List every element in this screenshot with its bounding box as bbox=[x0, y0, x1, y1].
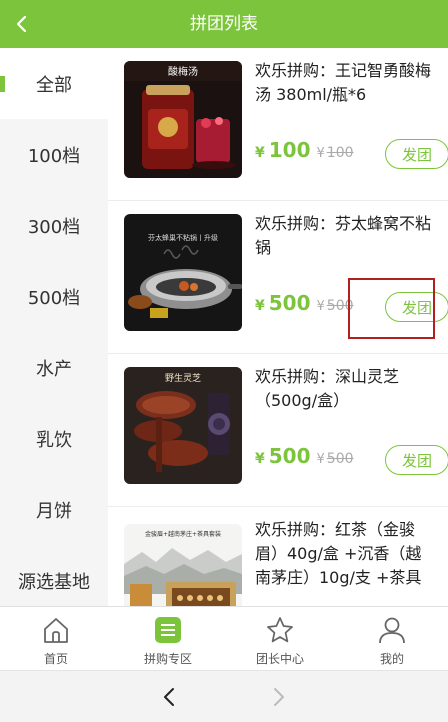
product-card[interactable]: 芬太蜂巢不粘锅丨升级 欢乐拼购：芬太蜂窝不粘锅 ¥ 500 ¥ 500 发团 bbox=[108, 201, 448, 354]
product-name[interactable]: 欢乐拼购：芬太蜂窝不粘锅 bbox=[255, 212, 435, 260]
user-icon bbox=[379, 617, 405, 644]
category-item-100[interactable]: 100档 bbox=[0, 119, 108, 190]
category-label: 500档 bbox=[27, 287, 81, 309]
product-card[interactable]: 酸梅汤 欢乐拼购：王记智勇酸梅汤 380ml/瓶*6 ¥ 100 ¥ 100 发… bbox=[108, 48, 448, 201]
product-image[interactable]: 金骏眉+越南茅庄+茶具套装 bbox=[124, 524, 242, 606]
image-caption: 酸梅汤 bbox=[168, 65, 198, 78]
product-card[interactable]: 金骏眉+越南茅庄+茶具套装 欢乐拼购：红茶（金骏眉）40g/盒 +沉香（越南茅庄… bbox=[108, 507, 448, 606]
category-item-300[interactable]: 300档 bbox=[0, 190, 108, 261]
tab-label: 拼购专区 bbox=[143, 652, 192, 666]
tab-label: 我的 bbox=[379, 652, 404, 666]
app-header: 拼团列表 bbox=[0, 0, 448, 48]
category-label: 全部 bbox=[36, 74, 72, 96]
product-name[interactable]: 欢乐拼购：王记智勇酸梅汤 380ml/瓶*6 bbox=[255, 59, 435, 107]
highlight-box bbox=[348, 278, 435, 339]
browser-forward-button[interactable] bbox=[266, 685, 290, 709]
original-price: 100 bbox=[326, 145, 354, 161]
chevron-left-icon bbox=[164, 688, 174, 706]
original-currency-symbol: ¥ bbox=[316, 146, 325, 161]
group-price: 500 bbox=[268, 444, 311, 468]
image-caption: 芬太蜂巢不粘锅丨升级 bbox=[148, 233, 218, 242]
image-caption: 野生灵芝 bbox=[165, 372, 201, 384]
star-icon bbox=[267, 617, 293, 643]
category-label: 源选基地 bbox=[18, 571, 90, 593]
image-caption: 金骏眉+越南茅庄+茶具套装 bbox=[145, 530, 221, 538]
original-currency-symbol: ¥ bbox=[316, 299, 325, 314]
product-list: 酸梅汤 欢乐拼购：王记智勇酸梅汤 380ml/瓶*6 ¥ 100 ¥ 100 发… bbox=[108, 48, 448, 606]
currency-symbol: ¥ bbox=[255, 298, 265, 314]
page-title: 拼团列表 bbox=[190, 14, 258, 34]
price-row: ¥ 100 ¥ 100 bbox=[255, 138, 354, 168]
category-label: 300档 bbox=[27, 216, 81, 238]
category-label: 水产 bbox=[36, 358, 72, 380]
tab-leader-center[interactable]: 团长中心 bbox=[224, 607, 336, 671]
original-price: 500 bbox=[326, 451, 354, 467]
home-icon bbox=[44, 618, 68, 643]
tab-group-buy[interactable]: 拼购专区 bbox=[112, 607, 224, 671]
price-row: ¥ 500 ¥ 500 bbox=[255, 291, 354, 321]
category-item-base[interactable]: 源选基地 bbox=[0, 545, 108, 606]
product-image[interactable]: 酸梅汤 bbox=[124, 61, 242, 178]
price-row: ¥ 500 ¥ 500 bbox=[255, 444, 354, 474]
product-name[interactable]: 欢乐拼购：深山灵芝（500g/盒） bbox=[255, 365, 435, 413]
currency-symbol: ¥ bbox=[255, 145, 265, 161]
bottom-tab-bar: 首页 拼购专区 团长中心 我的 bbox=[0, 606, 448, 670]
start-group-button[interactable]: 发团 bbox=[385, 139, 448, 169]
category-label: 100档 bbox=[27, 145, 81, 167]
product-image[interactable]: 野生灵芝 bbox=[124, 367, 242, 484]
group-price: 100 bbox=[268, 138, 311, 162]
browser-nav-bar bbox=[0, 670, 448, 722]
category-label: 月饼 bbox=[36, 500, 72, 522]
currency-symbol: ¥ bbox=[255, 451, 265, 467]
tab-home[interactable]: 首页 bbox=[0, 607, 112, 671]
tab-label: 首页 bbox=[43, 652, 68, 666]
start-group-button[interactable]: 发团 bbox=[385, 445, 448, 475]
list-icon bbox=[155, 617, 181, 643]
category-item-dairy[interactable]: 乳饮 bbox=[0, 403, 108, 474]
category-item-500[interactable]: 500档 bbox=[0, 261, 108, 332]
category-label: 乳饮 bbox=[36, 429, 72, 451]
product-card[interactable]: 野生灵芝 欢乐拼购：深山灵芝（500g/盒） ¥ 500 ¥ 500 发团 bbox=[108, 354, 448, 507]
tab-label: 团长中心 bbox=[255, 652, 304, 666]
product-name[interactable]: 欢乐拼购：红茶（金骏眉）40g/盒 +沉香（越南茅庄）10g/支 +茶具 bbox=[255, 518, 435, 590]
category-sidebar: 全部 100档 300档 500档 水产 乳饮 月饼 源选基地 bbox=[0, 48, 108, 606]
category-item-mooncake[interactable]: 月饼 bbox=[0, 474, 108, 545]
group-price: 500 bbox=[268, 291, 311, 315]
product-image[interactable]: 芬太蜂巢不粘锅丨升级 bbox=[124, 214, 242, 331]
category-item-aquatic[interactable]: 水产 bbox=[0, 332, 108, 403]
browser-back-button[interactable] bbox=[158, 685, 182, 709]
category-item-all[interactable]: 全部 bbox=[0, 48, 108, 119]
active-indicator bbox=[0, 76, 5, 92]
original-currency-symbol: ¥ bbox=[316, 452, 325, 467]
chevron-right-icon bbox=[274, 688, 284, 706]
tab-mine[interactable]: 我的 bbox=[336, 607, 448, 671]
